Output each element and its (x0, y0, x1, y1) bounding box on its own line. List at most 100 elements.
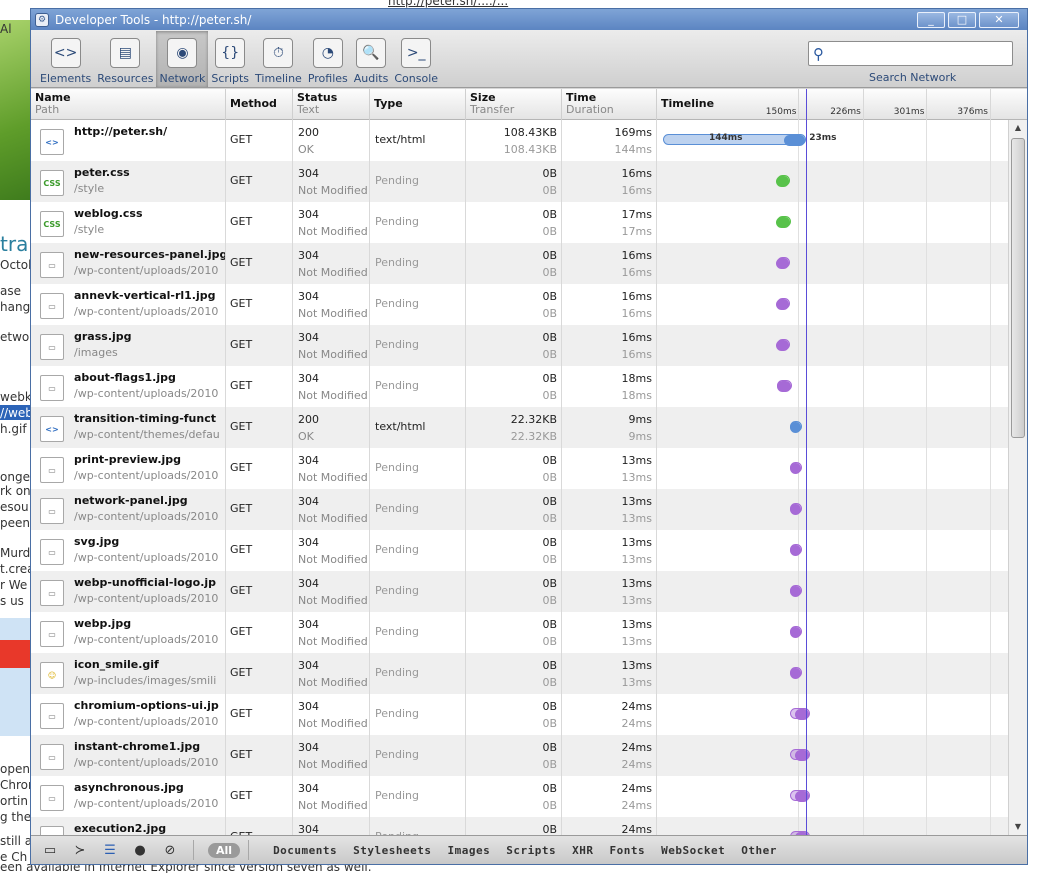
table-row[interactable]: ☺ icon_smile.gif/wp-includes/images/smili… (31, 653, 1008, 694)
column-header-size[interactable]: Size Transfer (466, 89, 562, 120)
filter-stylesheets[interactable]: Stylesheets (353, 844, 431, 857)
timeline-cell[interactable] (657, 653, 1008, 694)
name-cell[interactable]: ▭ chromium-options-ui.jp/wp-content/uploa… (31, 694, 226, 735)
close-button[interactable]: ✕ (979, 11, 1019, 28)
timeline-bar[interactable] (775, 175, 791, 187)
request-name[interactable]: asynchronous.jpg (74, 781, 184, 794)
name-cell[interactable]: <> http://peter.sh/ (31, 120, 226, 161)
request-name[interactable]: weblog.css (74, 207, 143, 220)
timeline-cell[interactable] (657, 817, 1008, 835)
timeline-cell[interactable] (657, 735, 1008, 776)
timeline-bar[interactable] (790, 790, 811, 802)
table-row[interactable]: ▭ chromium-options-ui.jp/wp-content/uploa… (31, 694, 1008, 735)
search-network-box[interactable]: ⚲ (808, 41, 1013, 66)
timeline-cell[interactable] (657, 489, 1008, 530)
tab-resources[interactable]: ▤ Resources (94, 31, 156, 87)
title-bar[interactable]: ⚙ Developer Tools - http://peter.sh/ _ □… (31, 9, 1027, 30)
timeline-bar[interactable] (775, 339, 791, 351)
timeline-cell[interactable] (657, 284, 1008, 325)
column-header-status[interactable]: Status Text (293, 89, 370, 120)
request-name[interactable]: new-resources-panel.jpg (74, 248, 225, 261)
record-button[interactable]: ● (125, 838, 155, 862)
name-cell[interactable]: ▭ execution2.jpg (31, 817, 226, 835)
table-row[interactable]: ▭ annevk-vertical-rl1.jpg/wp-content/uplo… (31, 284, 1008, 325)
timeline-cell[interactable] (657, 448, 1008, 489)
table-row[interactable]: CSS peter.css/style GET 304 Not Modified Pend… (31, 161, 1008, 202)
timeline-cell[interactable] (657, 530, 1008, 571)
table-row[interactable]: ▭ grass.jpg/images GET 304 Not Modified Pendi… (31, 325, 1008, 366)
maximize-button[interactable]: □ (948, 11, 976, 28)
table-row[interactable]: CSS weblog.css/style GET 304 Not Modified Pen… (31, 202, 1008, 243)
table-row[interactable]: ▭ execution2.jpg GET304PendingPending 0B 24m… (31, 817, 1008, 835)
tab-audits[interactable]: 🔍 Audits (351, 31, 392, 87)
timeline-cell[interactable] (657, 325, 1008, 366)
timeline-bar[interactable] (790, 544, 803, 556)
filter-scripts[interactable]: Scripts (506, 844, 556, 857)
tab-elements[interactable]: <> Elements (37, 31, 94, 87)
name-cell[interactable]: ▭ instant-chrome1.jpg/wp-content/uploads/… (31, 735, 226, 776)
name-cell[interactable]: ▭ annevk-vertical-rl1.jpg/wp-content/uplo… (31, 284, 226, 325)
dock-toggle-button[interactable]: ▭ (35, 838, 65, 862)
scroll-down-arrow[interactable]: ▼ (1009, 819, 1027, 835)
filter-images[interactable]: Images (448, 844, 491, 857)
background-top-link[interactable]: http://peter.sh/..../... (388, 0, 508, 8)
tab-scripts[interactable]: {} Scripts (208, 31, 252, 87)
timeline-bar[interactable] (790, 503, 803, 515)
large-rows-toggle-button[interactable]: ☰ (95, 838, 125, 862)
table-row[interactable]: ▭ svg.jpg/wp-content/uploads/2010 GET 304 No… (31, 530, 1008, 571)
tab-timeline[interactable]: ⏱ Timeline (252, 31, 305, 87)
name-cell[interactable]: <> transition-timing-funct/wp-content/the… (31, 407, 226, 448)
name-cell[interactable]: CSS peter.css/style (31, 161, 226, 202)
table-row[interactable]: ▭ network-panel.jpg/wp-content/uploads/20… (31, 489, 1008, 530)
timeline-cell[interactable] (657, 243, 1008, 284)
name-cell[interactable]: ▭ asynchronous.jpg/wp-content/uploads/201… (31, 776, 226, 817)
request-name[interactable]: instant-chrome1.jpg (74, 740, 200, 753)
vertical-scrollbar[interactable]: ▲ ▼ (1008, 120, 1027, 835)
timeline-bar[interactable] (790, 462, 803, 474)
request-name[interactable]: transition-timing-funct (74, 412, 216, 425)
name-cell[interactable]: ▭ webp.jpg/wp-content/uploads/2010 (31, 612, 226, 653)
filter-websocket[interactable]: WebSocket (661, 844, 725, 857)
request-name[interactable]: chromium-options-ui.jp (74, 699, 219, 712)
timeline-bar[interactable] (790, 421, 803, 433)
table-row[interactable]: <> transition-timing-funct/wp-content/the… (31, 407, 1008, 448)
name-cell[interactable]: ▭ print-preview.jpg/wp-content/uploads/20… (31, 448, 226, 489)
timeline-cell[interactable] (657, 202, 1008, 243)
timeline-bar[interactable] (790, 708, 811, 720)
timeline-bar[interactable] (790, 585, 803, 597)
timeline-bar[interactable] (790, 667, 803, 679)
scrollbar-thumb[interactable] (1011, 138, 1025, 438)
name-cell[interactable]: ☺ icon_smile.gif/wp-includes/images/smili (31, 653, 226, 694)
timeline-cell[interactable] (657, 694, 1008, 735)
table-row[interactable]: ▭ print-preview.jpg/wp-content/uploads/20… (31, 448, 1008, 489)
timeline-bar[interactable] (790, 749, 811, 761)
name-cell[interactable]: ▭ webp-unofficial-logo.jp/wp-content/uplo… (31, 571, 226, 612)
tab-profiles[interactable]: ◔ Profiles (305, 31, 351, 87)
column-header-time[interactable]: Time Duration (562, 89, 657, 120)
filter-other[interactable]: Other (741, 844, 777, 857)
request-name[interactable]: icon_smile.gif (74, 658, 159, 671)
request-name[interactable]: execution2.jpg (74, 822, 166, 835)
request-name[interactable]: print-preview.jpg (74, 453, 181, 466)
tab-network[interactable]: ◉ Network (156, 31, 209, 87)
timeline-cell[interactable] (657, 407, 1008, 448)
request-name[interactable]: grass.jpg (74, 330, 132, 343)
table-row[interactable]: ▭ webp-unofficial-logo.jp/wp-content/uplo… (31, 571, 1008, 612)
request-name[interactable]: http://peter.sh/ (74, 125, 167, 138)
timeline-bar[interactable] (790, 626, 803, 638)
table-row[interactable]: <> http://peter.sh/GET 200 OK text/html 108.4… (31, 120, 1008, 161)
name-cell[interactable]: ▭ svg.jpg/wp-content/uploads/2010 (31, 530, 226, 571)
filter-fonts[interactable]: Fonts (610, 844, 646, 857)
column-header-name[interactable]: Name Path (31, 89, 226, 120)
timeline-cell[interactable] (657, 161, 1008, 202)
column-header-method[interactable]: Method (226, 89, 293, 120)
timeline-cell[interactable] (657, 776, 1008, 817)
request-name[interactable]: svg.jpg (74, 535, 119, 548)
timeline-cell[interactable]: 144ms 23ms (657, 120, 1008, 161)
timeline-bar[interactable] (775, 298, 791, 310)
timeline-cell[interactable] (657, 612, 1008, 653)
request-name[interactable]: network-panel.jpg (74, 494, 188, 507)
filter-xhr[interactable]: XHR (572, 844, 593, 857)
filter-documents[interactable]: Documents (273, 844, 337, 857)
table-row[interactable]: ▭ new-resources-panel.jpg/wp-content/uplo… (31, 243, 1008, 284)
